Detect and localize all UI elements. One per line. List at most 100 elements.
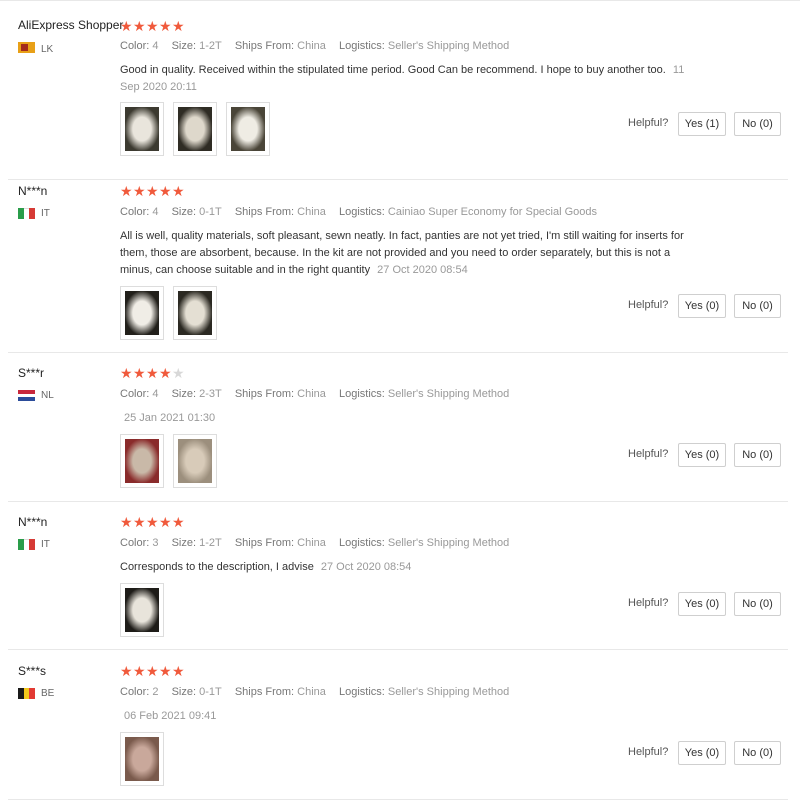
color-value: 4 <box>152 388 159 400</box>
review-attributes: Color: 4 Size: 1-2T Ships From: China Lo… <box>120 40 519 52</box>
review-photo-thumbnail[interactable] <box>226 102 270 156</box>
star-filled-icon: ★ <box>146 183 160 199</box>
color-label: Color: <box>120 206 150 218</box>
size-label: Size: <box>171 40 197 52</box>
country-code: IT <box>41 208 50 219</box>
ships-from-label: Ships From: <box>234 206 295 218</box>
star-filled-icon: ★ <box>133 663 147 679</box>
review-photo-thumbnail[interactable] <box>120 102 164 156</box>
star-filled-icon: ★ <box>146 663 160 679</box>
review-text: Good in quality. Received within the sti… <box>120 64 666 76</box>
review-photo-thumbnail[interactable] <box>173 434 217 488</box>
review-photo-thumbnail[interactable] <box>120 583 164 637</box>
reviewer-country: IT <box>18 539 50 550</box>
logistics-label: Logistics: <box>338 40 385 52</box>
color-value: 3 <box>152 537 159 549</box>
reviewer-name: S***s <box>18 664 47 678</box>
reviewer-country: NL <box>18 390 54 401</box>
ships-from-value: China <box>297 206 326 218</box>
reviewer-name: N***n <box>18 184 48 198</box>
review-photos <box>120 434 217 488</box>
review-date: 27 Oct 2020 08:54 <box>320 561 412 573</box>
size-value: 1-2T <box>199 537 222 549</box>
star-filled-icon: ★ <box>159 183 173 199</box>
star-filled-icon: ★ <box>120 365 134 381</box>
star-filled-icon: ★ <box>146 514 160 530</box>
review-date: 25 Jan 2021 01:30 <box>124 412 216 424</box>
helpful-label: Helpful? <box>628 448 669 460</box>
color-value: 4 <box>152 206 159 218</box>
logistics-value: Seller's Shipping Method <box>387 388 510 400</box>
star-filled-icon: ★ <box>133 365 147 381</box>
review-divider <box>8 501 788 502</box>
review-attributes: Color: 2 Size: 0-1T Ships From: China Lo… <box>120 686 519 698</box>
star-filled-icon: ★ <box>159 18 173 34</box>
color-label: Color: <box>120 537 150 549</box>
country-code: BE <box>41 688 55 699</box>
reviewer-name: N***n <box>18 515 48 529</box>
star-rating: ★★★★★ <box>120 515 185 529</box>
review-attributes: Color: 4 Size: 2-3T Ships From: China Lo… <box>120 388 519 400</box>
star-rating: ★★★★★ <box>120 184 185 198</box>
review-photo-thumbnail[interactable] <box>173 102 217 156</box>
belgium-flag-icon <box>18 688 35 699</box>
star-filled-icon: ★ <box>172 514 186 530</box>
helpful-no-button[interactable]: No (0) <box>734 443 781 467</box>
ships-from-value: China <box>297 388 326 400</box>
review-photo-thumbnail[interactable] <box>120 732 164 786</box>
star-filled-icon: ★ <box>159 365 173 381</box>
size-value: 1-2T <box>199 40 222 52</box>
review-photos <box>120 732 164 786</box>
star-empty-icon: ★ <box>172 365 186 381</box>
helpful-yes-button[interactable]: Yes (1) <box>678 112 726 136</box>
review-body: Good in quality. Received within the sti… <box>120 62 700 96</box>
reviewer-name: S***r <box>18 366 45 380</box>
size-value: 0-1T <box>199 686 222 698</box>
ships-from-value: China <box>297 40 326 52</box>
star-filled-icon: ★ <box>120 183 134 199</box>
size-label: Size: <box>171 206 197 218</box>
ships-from-value: China <box>297 686 326 698</box>
helpful-no-button[interactable]: No (0) <box>734 294 781 318</box>
helpful-no-button[interactable]: No (0) <box>734 112 781 136</box>
helpful-yes-button[interactable]: Yes (0) <box>678 294 726 318</box>
helpful-no-button[interactable]: No (0) <box>734 741 781 765</box>
country-code: LK <box>41 43 54 55</box>
star-filled-icon: ★ <box>172 183 186 199</box>
size-value: 2-3T <box>199 388 222 400</box>
star-filled-icon: ★ <box>172 663 186 679</box>
ships-from-value: China <box>297 537 326 549</box>
review-photo-thumbnail[interactable] <box>173 286 217 340</box>
star-filled-icon: ★ <box>133 183 147 199</box>
star-rating: ★★★★★ <box>120 366 185 380</box>
review-body: Corresponds to the description, I advise… <box>120 559 700 576</box>
logistics-label: Logistics: <box>338 537 385 549</box>
review-photo-thumbnail[interactable] <box>120 434 164 488</box>
review-photos <box>120 583 164 637</box>
helpful-no-button[interactable]: No (0) <box>734 592 781 616</box>
ships-from-label: Ships From: <box>234 537 295 549</box>
color-label: Color: <box>120 388 150 400</box>
star-rating: ★★★★★ <box>120 664 185 678</box>
review-divider <box>8 352 788 353</box>
italy-flag-icon <box>18 539 35 550</box>
helpful-yes-button[interactable]: Yes (0) <box>678 741 726 765</box>
ships-from-label: Ships From: <box>234 40 295 52</box>
country-code: IT <box>41 539 50 550</box>
logistics-label: Logistics: <box>338 206 385 218</box>
review-attributes: Color: 4 Size: 0-1T Ships From: China Lo… <box>120 206 607 218</box>
helpful-yes-button[interactable]: Yes (0) <box>678 592 726 616</box>
review-body: 25 Jan 2021 01:30 <box>120 410 700 427</box>
star-rating: ★★★★★ <box>120 19 185 33</box>
review-text: Corresponds to the description, I advise <box>120 561 314 573</box>
ships-from-label: Ships From: <box>234 388 295 400</box>
helpful-yes-button[interactable]: Yes (0) <box>678 443 726 467</box>
ships-from-label: Ships From: <box>234 686 295 698</box>
star-filled-icon: ★ <box>120 663 134 679</box>
color-value: 2 <box>152 686 159 698</box>
review-photos <box>120 102 270 156</box>
sri-lanka-flag-icon <box>18 42 35 56</box>
reviewer-country: BE <box>18 688 54 699</box>
review-photo-thumbnail[interactable] <box>120 286 164 340</box>
size-value: 0-1T <box>199 206 222 218</box>
